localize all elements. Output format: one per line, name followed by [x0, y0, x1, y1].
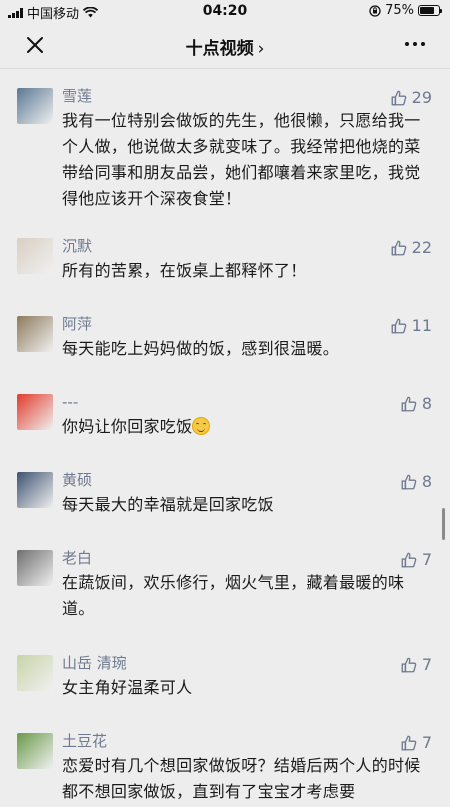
- comment-nickname[interactable]: 土豆花: [62, 727, 432, 753]
- comment-text-content: 每天最大的幸福就是回家吃饭: [62, 495, 274, 514]
- nav-title-label: 十点视频: [185, 39, 254, 59]
- comment-list: 雪莲 29 我有一位特别会做饭的先生，他很懒，只愿给我一个人做，他说做太多就变味了。…: [0, 82, 450, 807]
- like-button[interactable]: 22: [390, 238, 432, 257]
- comment-text: 女主角好温柔可人: [62, 675, 432, 701]
- thumbs-up-icon: [400, 395, 418, 413]
- like-button[interactable]: 7: [400, 655, 432, 674]
- like-button[interactable]: 7: [400, 550, 432, 569]
- chevron-right-icon: ›: [257, 39, 265, 59]
- comment-nickname[interactable]: ---: [62, 388, 432, 414]
- thumbs-up-icon: [400, 734, 418, 752]
- thumbs-up-icon: [400, 551, 418, 569]
- comment-text: 每天最大的幸福就是回家吃饭: [62, 492, 432, 518]
- orientation-lock-icon: [369, 4, 381, 17]
- avatar[interactable]: [17, 733, 53, 769]
- avatar[interactable]: [17, 550, 53, 586]
- thumbs-up-icon: [390, 89, 408, 107]
- comment-item[interactable]: 土豆花 7 恋爱时有几个想回家做饭呀？结婚后两个人的时候都不想回家做饭，直到有了宝宝…: [0, 727, 450, 807]
- comment-text: 在蔬饭间，欢乐修行，烟火气里，藏着最暖的味道。: [62, 570, 432, 622]
- thumbs-up-icon: [400, 656, 418, 674]
- thumbs-up-icon: [390, 239, 408, 257]
- status-bar: 中国移动 04:20 75%: [0, 0, 450, 22]
- comment-text: 恋爱时有几个想回家做饭呀？结婚后两个人的时候都不想回家做饭，直到有了宝宝才考虑要: [62, 753, 432, 805]
- comment-item[interactable]: 老白 7 在蔬饭间，欢乐修行，烟火气里，藏着最暖的味道。: [0, 544, 450, 649]
- avatar[interactable]: [17, 655, 53, 691]
- comment-item[interactable]: 黄硕 8 每天最大的幸福就是回家吃饭: [0, 466, 450, 544]
- like-button[interactable]: 8: [400, 394, 432, 413]
- comment-nickname[interactable]: 阿萍: [62, 310, 432, 336]
- comment-nickname[interactable]: 山岳 清琬: [62, 649, 432, 675]
- more-icon[interactable]: [402, 33, 428, 55]
- comment-nickname[interactable]: 沉默: [62, 232, 432, 258]
- comment-text-content: 所有的苦累，在饭桌上都释怀了！: [62, 261, 307, 280]
- avatar[interactable]: [17, 88, 53, 124]
- comment-text-content: 每天能吃上妈妈做的饭，感到很温暖。: [62, 339, 340, 358]
- comment-text-content: 你妈让你回家吃饭: [62, 417, 193, 436]
- like-count: 7: [421, 733, 432, 752]
- like-count: 11: [411, 316, 432, 335]
- thumbs-up-icon: [390, 317, 408, 335]
- battery-icon: [418, 5, 442, 16]
- comment-text-content: 女主角好温柔可人: [62, 678, 193, 697]
- comment-text: 你妈让你回家吃饭: [62, 414, 432, 440]
- comment-text: 我有一位特别会做饭的先生，他很懒，只愿给我一个人做，他说做太多就变味了。我经常把…: [62, 108, 432, 212]
- like-count: 7: [421, 550, 432, 569]
- comment-item[interactable]: --- 8 你妈让你回家吃饭: [0, 388, 450, 466]
- like-count: 29: [411, 88, 432, 107]
- comment-text-content: 我有一位特别会做饭的先生，他很懒，只愿给我一个人做，他说做太多就变味了。我经常把…: [62, 111, 421, 208]
- avatar[interactable]: [17, 238, 53, 274]
- comment-item[interactable]: 雪莲 29 我有一位特别会做饭的先生，他很懒，只愿给我一个人做，他说做太多就变味了。…: [0, 82, 450, 232]
- comment-text-content: 在蔬饭间，欢乐修行，烟火气里，藏着最暖的味道。: [62, 573, 405, 618]
- comment-text: 每天能吃上妈妈做的饭，感到很温暖。: [62, 336, 432, 362]
- like-button[interactable]: 7: [400, 733, 432, 752]
- smile-emoji-icon: [192, 417, 211, 435]
- avatar[interactable]: [17, 394, 53, 430]
- nav-title[interactable]: 十点视频 ›: [0, 34, 450, 59]
- status-right: 75%: [369, 3, 442, 18]
- battery-percent: 75%: [385, 3, 414, 18]
- comment-nickname[interactable]: 雪莲: [62, 82, 432, 108]
- comment-nickname[interactable]: 黄硕: [62, 466, 432, 492]
- comment-item[interactable]: 山岳 清琬 7 女主角好温柔可人: [0, 649, 450, 727]
- comment-item[interactable]: 阿萍 11 每天能吃上妈妈做的饭，感到很温暖。: [0, 310, 450, 388]
- battery-fill: [420, 7, 434, 14]
- comment-text: 所有的苦累，在饭桌上都释怀了！: [62, 258, 432, 284]
- like-count: 8: [421, 472, 432, 491]
- like-count: 22: [411, 238, 432, 257]
- comment-nickname[interactable]: 老白: [62, 544, 432, 570]
- like-count: 7: [421, 655, 432, 674]
- like-button[interactable]: 8: [400, 472, 432, 491]
- comment-text-content: 恋爱时有几个想回家做饭呀？结婚后两个人的时候都不想回家做饭，直到有了宝宝才考虑要: [62, 756, 421, 801]
- like-button[interactable]: 11: [390, 316, 432, 335]
- like-button[interactable]: 29: [390, 88, 432, 107]
- nav-bar: 十点视频 ›: [0, 22, 450, 69]
- avatar[interactable]: [17, 472, 53, 508]
- thumbs-up-icon: [400, 473, 418, 491]
- scroll-indicator[interactable]: [442, 508, 445, 540]
- like-count: 8: [421, 394, 432, 413]
- comment-item[interactable]: 沉默 22 所有的苦累，在饭桌上都释怀了！: [0, 232, 450, 310]
- avatar[interactable]: [17, 316, 53, 352]
